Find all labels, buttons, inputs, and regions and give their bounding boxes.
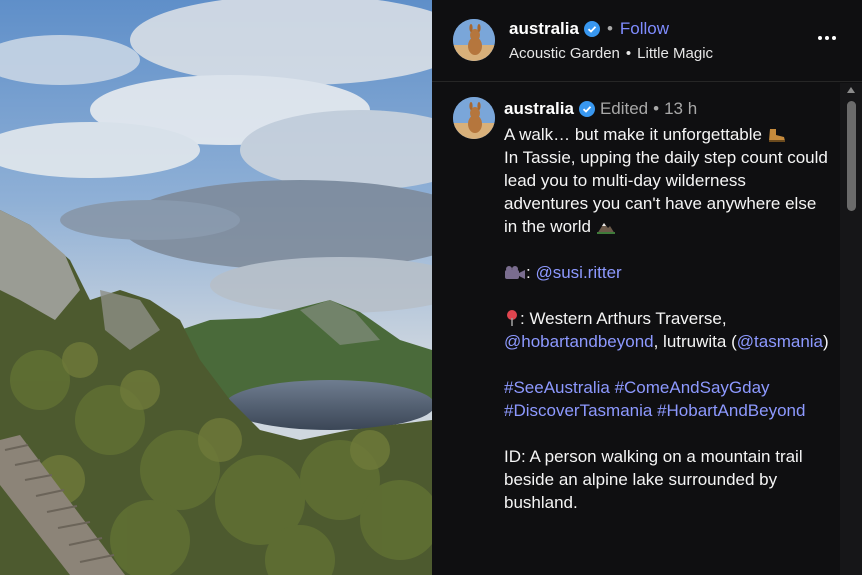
location-pin-emoji (507, 310, 517, 326)
follow-button[interactable]: Follow (620, 19, 669, 39)
alpine-lake (225, 380, 432, 430)
video-media[interactable] (0, 0, 432, 575)
caption-header: australia Edited • 13 h (504, 99, 697, 119)
caption-area: australia Edited • 13 h A walk… but make… (432, 83, 840, 575)
post-panel: australia • Follow Acoustic Garden • Lit… (432, 0, 862, 575)
hashtag-link[interactable]: #HobartAndBeyond (657, 401, 805, 420)
post-header: australia • Follow Acoustic Garden • Lit… (432, 0, 862, 82)
image-description: ID: A person walking on a mountain trail… (504, 447, 803, 512)
kangaroo-avatar-icon (453, 97, 495, 139)
credit-handle-link[interactable]: @susi.ritter (535, 263, 621, 282)
header-username-row: australia • Follow (509, 19, 669, 39)
landscape-image (0, 0, 432, 575)
hashtags: #SeeAustralia #ComeAndSayGday #DiscoverT… (504, 376, 834, 422)
avatar[interactable] (453, 19, 495, 61)
hashtag-link[interactable]: #SeeAustralia (504, 378, 610, 397)
audio-separator: • (625, 45, 632, 62)
caption-avatar[interactable] (453, 97, 495, 139)
credit-line: : @susi.ritter (504, 261, 834, 284)
hobartandbeyond-link[interactable]: @hobartandbeyond (504, 332, 654, 351)
scroll-up-icon[interactable] (847, 87, 855, 93)
caption-username[interactable]: australia (504, 99, 574, 119)
caption-line-1: A walk… but make it unforgettable (504, 123, 834, 146)
audio-track: Little Magic (637, 45, 714, 62)
hiking-boot-emoji (768, 129, 785, 142)
header-username[interactable]: australia (509, 19, 579, 39)
header-separator: • (606, 19, 613, 38)
verified-badge-icon (583, 21, 600, 37)
tasmania-link[interactable]: @tasmania (737, 332, 823, 351)
hashtag-link[interactable]: #DiscoverTasmania (504, 401, 652, 420)
edited-label: Edited (599, 99, 649, 118)
kangaroo-avatar-icon (453, 19, 495, 61)
location-line: : Western Arthurs Traverse, @hobartandbe… (504, 309, 829, 351)
audio-attribution[interactable]: Acoustic Garden • Little Magic (509, 45, 713, 62)
post-time: 13 h (664, 99, 698, 118)
hashtag-link[interactable]: #ComeAndSayGday (615, 378, 770, 397)
caption-line-2: In Tassie, upping the daily step count c… (504, 148, 828, 236)
meta-separator: • (653, 99, 660, 118)
scrollbar-thumb[interactable] (847, 101, 856, 211)
verified-badge-icon (578, 101, 595, 117)
scrollbar[interactable] (840, 83, 862, 575)
more-options-icon[interactable] (818, 36, 836, 40)
audio-artist: Acoustic Garden (509, 45, 620, 62)
mountain-emoji (596, 223, 615, 234)
video-camera-emoji (505, 266, 525, 279)
caption-text: A walk… but make it unforgettable In Tas… (504, 123, 834, 514)
